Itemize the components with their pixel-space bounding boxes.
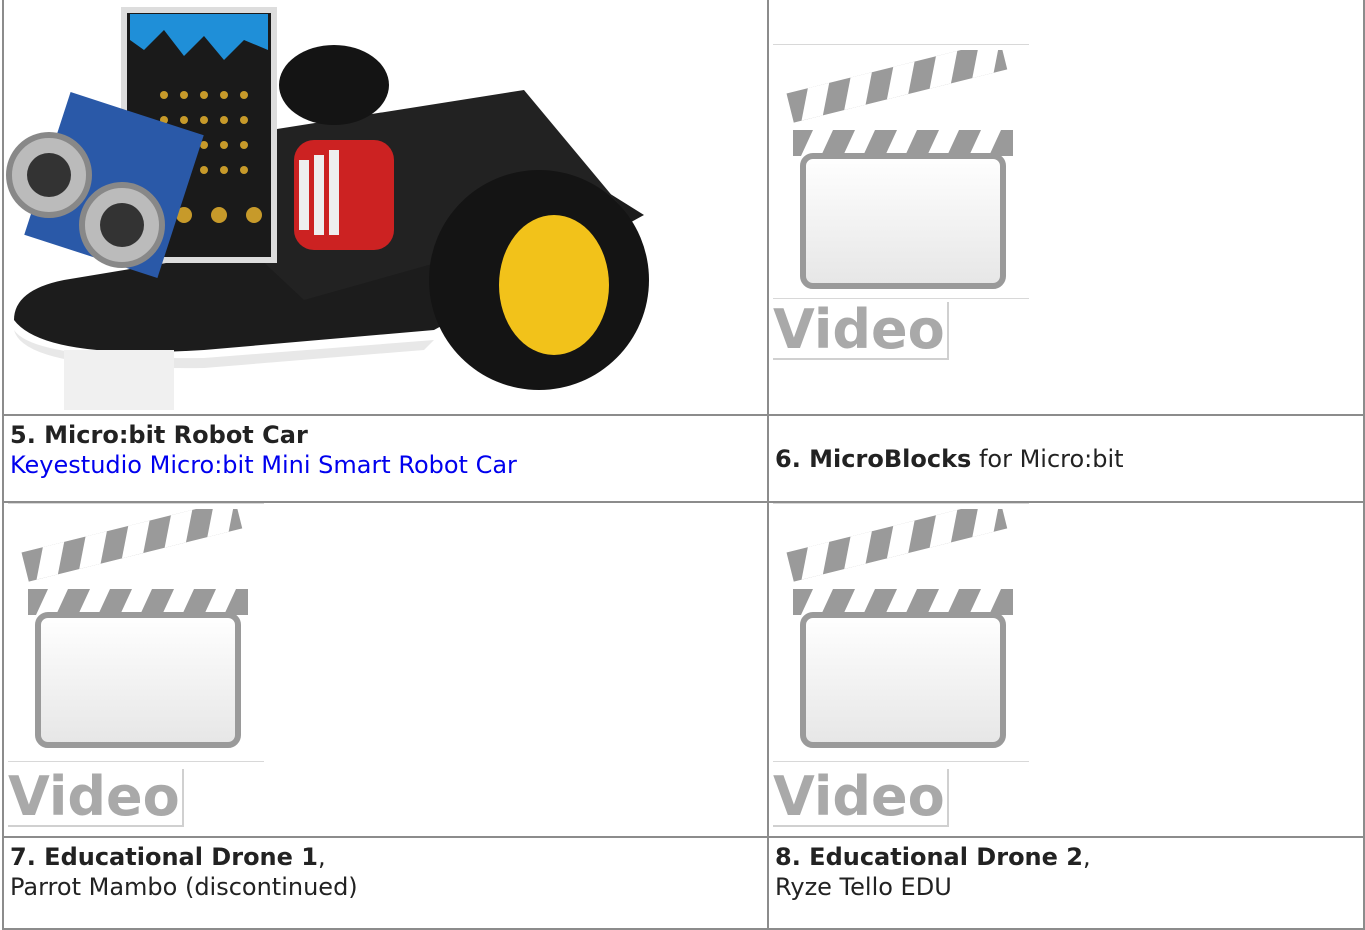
caption-title: 8. Educational Drone 2 [775, 843, 1083, 871]
caption-sep: , [317, 843, 326, 871]
cell-caption-7: 7. Educational Drone 1, Parrot Mambo (di… [2, 836, 769, 930]
video-player[interactable]: Video [773, 503, 1029, 833]
clapperboard-icon [21, 509, 248, 748]
clapperboard-icon [786, 509, 1013, 748]
caption-subtitle: Ryze Tello EDU [775, 873, 952, 901]
caption-title: 6. MicroBlocks [775, 444, 972, 473]
caption-sep: , [1082, 843, 1091, 871]
video-label: Video [8, 769, 184, 827]
cell-caption-6: 6. MicroBlocks for Micro:bit [767, 414, 1365, 503]
cell-robot-image [2, 0, 769, 416]
caption-title: 7. Educational Drone 1 [10, 843, 318, 871]
caption-title: 5. Micro:bit Robot Car [10, 421, 308, 449]
video-player[interactable]: Video [8, 503, 264, 833]
cell-video-8: Video [767, 501, 1365, 838]
video-label: Video [773, 769, 949, 827]
caption-suffix: for Micro:bit [971, 444, 1124, 473]
video-player[interactable]: Video [773, 40, 1029, 370]
cell-caption-8: 8. Educational Drone 2, Ryze Tello EDU [767, 836, 1365, 930]
video-label: Video [773, 302, 949, 360]
cell-video-6: Video [767, 0, 1365, 416]
cell-caption-5: 5. Micro:bit Robot Car Keyestudio Micro:… [2, 414, 769, 503]
robot-car-image[interactable] [4, 0, 652, 414]
media-table: Video 5. Micro:bit Robot Car Keyestudio … [2, 0, 1365, 930]
cell-video-7: Video [2, 501, 769, 838]
caption-subtitle: Parrot Mambo (discontinued) [10, 873, 358, 901]
product-link[interactable]: Keyestudio Micro:bit Mini Smart Robot Ca… [10, 451, 517, 479]
clapperboard-icon [786, 50, 1013, 289]
